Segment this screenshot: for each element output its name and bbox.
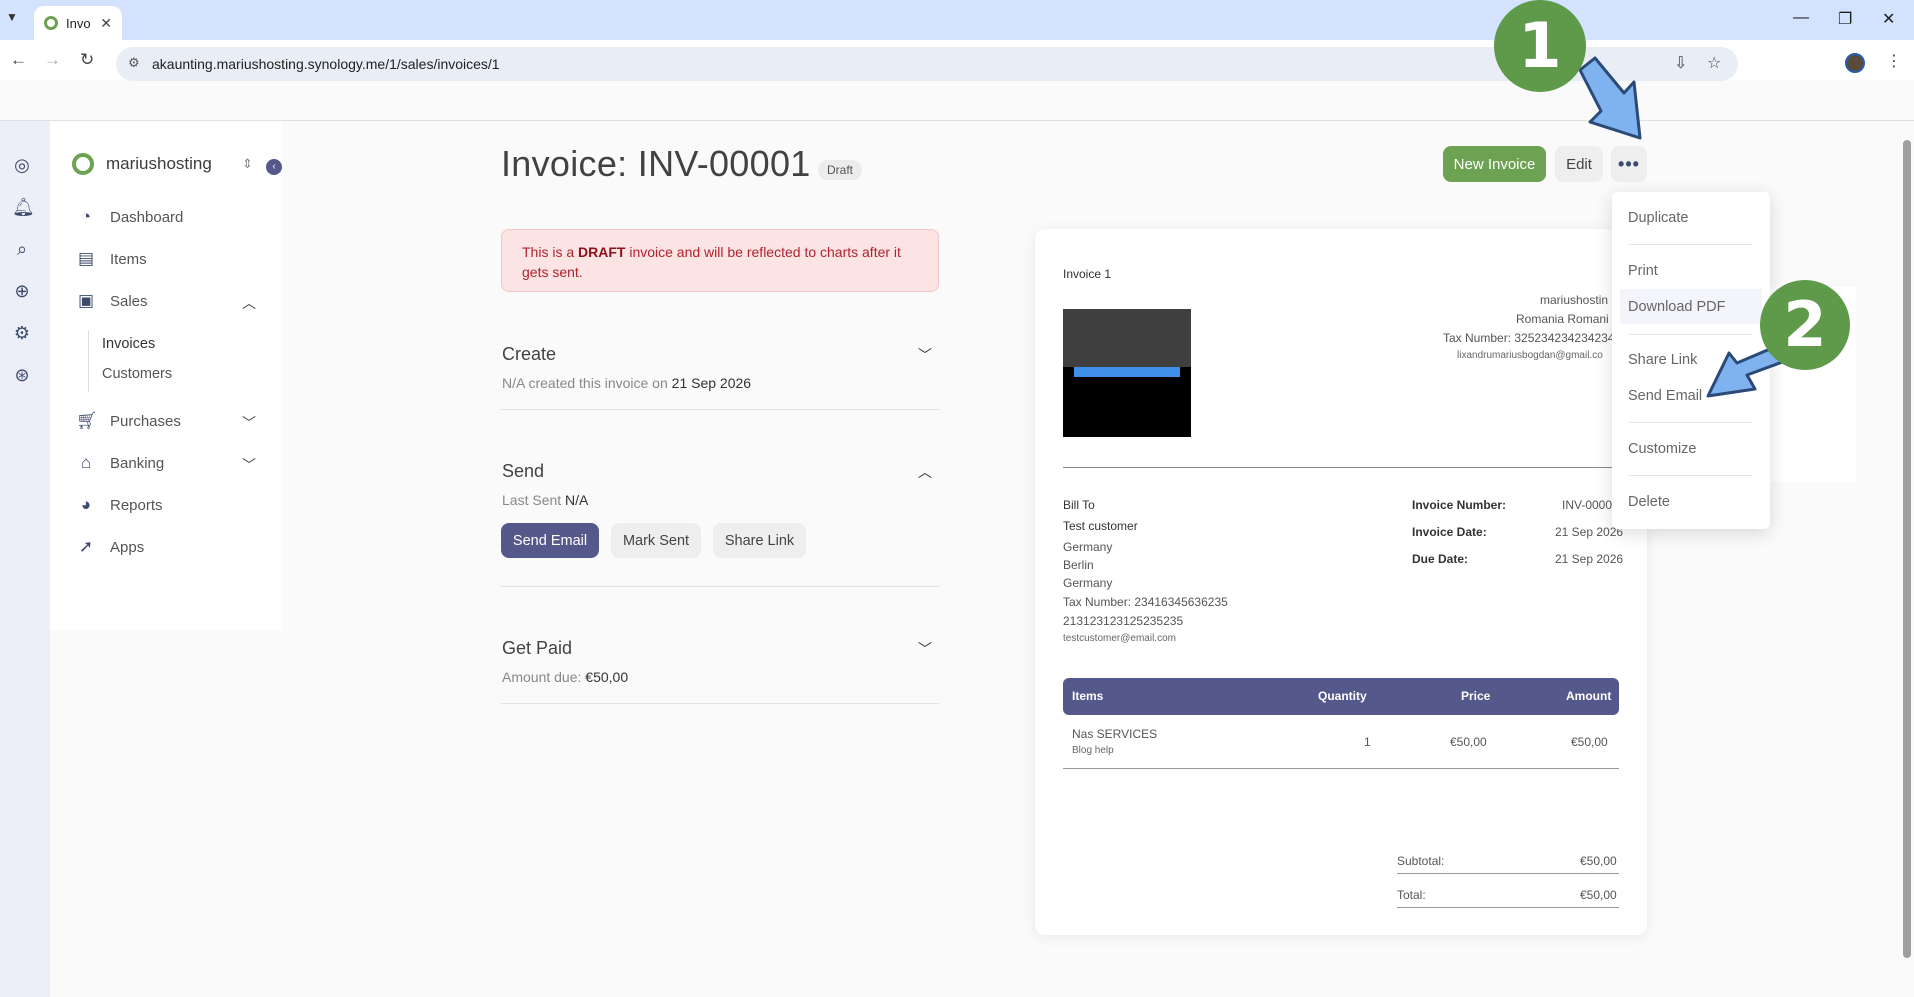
step-2-badge: 2: [1760, 280, 1850, 370]
scrollbar-thumb[interactable]: [1903, 140, 1911, 958]
step-1-badge: 1: [1494, 0, 1586, 92]
arrow-1-icon: [1578, 56, 1642, 140]
annotation-arrows: [1578, 56, 1798, 398]
